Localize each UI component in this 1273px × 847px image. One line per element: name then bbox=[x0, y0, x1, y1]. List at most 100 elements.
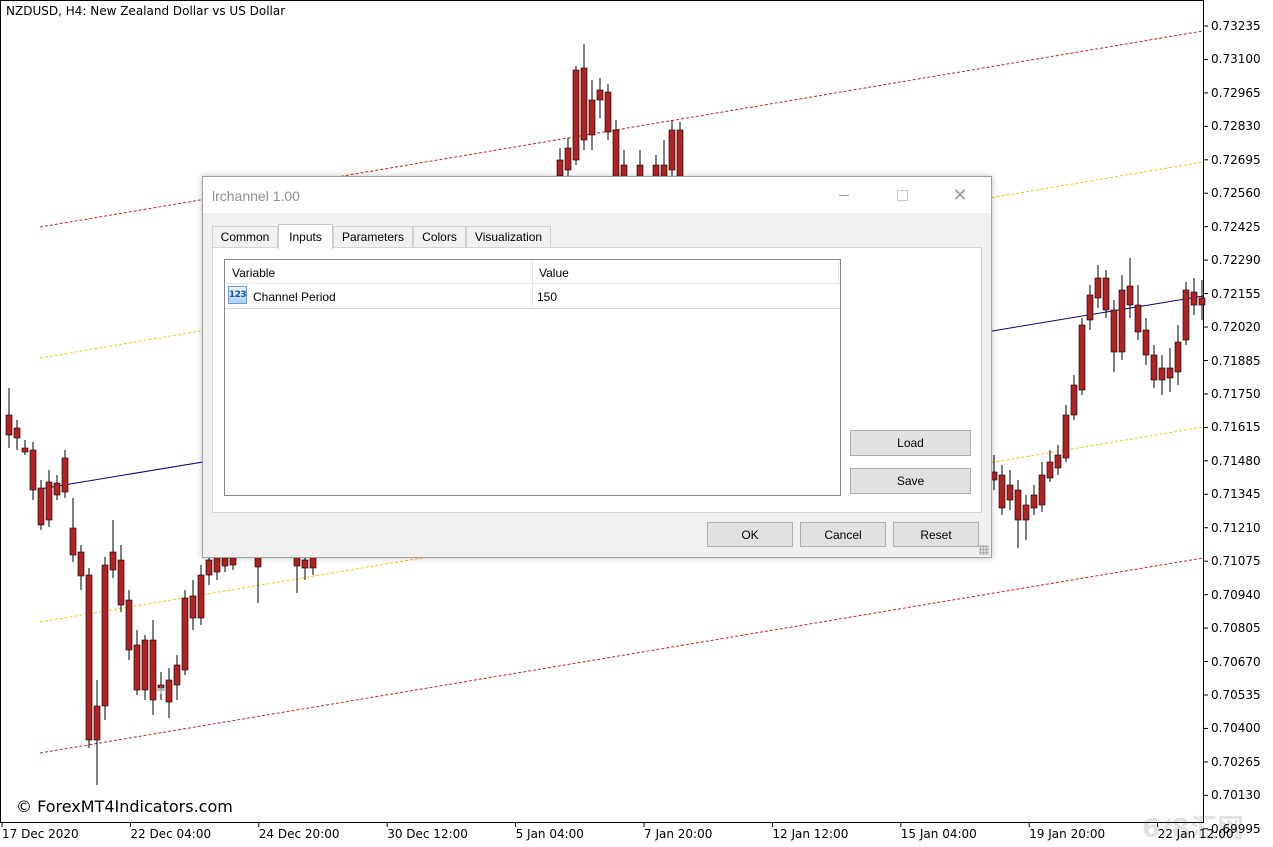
price-axis-label: 0.70535 bbox=[1211, 688, 1261, 702]
bear-candle bbox=[556, 159, 564, 177]
resize-grip-icon[interactable] bbox=[979, 545, 989, 555]
bear-candle bbox=[1182, 289, 1190, 341]
bear-candle bbox=[61, 457, 69, 493]
tab-visualization[interactable]: Visualization bbox=[466, 226, 551, 247]
bear-candle bbox=[1038, 474, 1046, 506]
bear-candle bbox=[1142, 329, 1150, 356]
price-axis-label: 0.71345 bbox=[1211, 487, 1261, 502]
bear-candle bbox=[1014, 489, 1022, 521]
bear-candle bbox=[1134, 304, 1142, 333]
time-axis-label: 7 Jan 20:00 bbox=[644, 827, 713, 841]
price-axis-label: 0.70400 bbox=[1211, 721, 1261, 736]
indicator-dialog[interactable]: lrchannel 1.00 ✕ Common Inputs Parameter… bbox=[202, 176, 992, 558]
column-header-variable[interactable]: Variable bbox=[232, 266, 275, 280]
bear-candle bbox=[1150, 354, 1158, 381]
bear-candle bbox=[998, 474, 1006, 509]
reset-button[interactable]: Reset bbox=[893, 522, 979, 547]
bear-candle bbox=[1062, 414, 1070, 459]
dialog-titlebar[interactable]: lrchannel 1.00 ✕ bbox=[203, 177, 991, 213]
tab-common[interactable]: Common bbox=[212, 226, 278, 247]
price-axis-label: 0.72560 bbox=[1211, 186, 1261, 201]
tab-parameters[interactable]: Parameters bbox=[333, 226, 413, 247]
bear-candle bbox=[45, 481, 53, 521]
bear-candle bbox=[1118, 289, 1126, 353]
time-axis-label: 19 Jan 20:00 bbox=[1029, 827, 1106, 841]
column-divider[interactable] bbox=[532, 260, 533, 284]
price-axis-label: 0.72425 bbox=[1211, 219, 1261, 234]
price-axis-label: 0.71075 bbox=[1211, 554, 1261, 569]
bear-candle bbox=[85, 574, 93, 741]
bear-candle bbox=[301, 559, 309, 569]
price-axis-label: 0.73100 bbox=[1211, 52, 1261, 67]
bear-candle bbox=[676, 129, 684, 179]
bear-candle bbox=[572, 69, 580, 161]
time-axis-label: 12 Jan 12:00 bbox=[772, 827, 849, 841]
bear-candle bbox=[133, 644, 141, 691]
minimize-button[interactable] bbox=[821, 177, 867, 213]
chart-title: NZDUSD, H4: New Zealand Dollar vs US Dol… bbox=[6, 4, 286, 18]
bear-candle bbox=[101, 564, 109, 707]
price-axis-label: 0.72020 bbox=[1211, 320, 1261, 335]
price-axis-label: 0.72155 bbox=[1211, 286, 1261, 301]
column-header-value[interactable]: Value bbox=[539, 266, 569, 280]
price-axis-label: 0.72830 bbox=[1211, 119, 1261, 134]
price-axis-label: 0.71210 bbox=[1211, 520, 1261, 535]
price-axis-label: 0.70670 bbox=[1211, 654, 1261, 669]
column-divider[interactable] bbox=[838, 260, 839, 284]
bear-candle bbox=[1190, 291, 1198, 306]
bear-candle bbox=[1046, 461, 1054, 479]
bear-candle bbox=[165, 679, 173, 703]
bear-candle bbox=[1022, 504, 1030, 521]
maximize-button[interactable] bbox=[879, 177, 925, 213]
time-axis-label: 22 Jan 12:00 bbox=[1157, 827, 1234, 841]
bear-candle bbox=[1198, 297, 1206, 306]
tab-inputs[interactable]: Inputs bbox=[278, 224, 333, 249]
integer-type-icon: 123 bbox=[228, 286, 247, 304]
load-button[interactable]: Load bbox=[850, 430, 971, 456]
price-axis-label: 0.72965 bbox=[1211, 85, 1261, 100]
bear-candle bbox=[1054, 454, 1062, 469]
bear-candle bbox=[1126, 285, 1134, 306]
inputs-table[interactable]: Variable Value 123 Channel Period 150 bbox=[224, 259, 841, 496]
time-axis-label: 22 Dec 04:00 bbox=[130, 827, 212, 841]
price-axis-label: 0.73235 bbox=[1211, 19, 1261, 33]
bear-candle bbox=[213, 555, 221, 573]
bear-candle bbox=[5, 414, 13, 436]
cancel-button[interactable]: Cancel bbox=[800, 522, 886, 547]
dialog-title: lrchannel 1.00 bbox=[212, 188, 300, 204]
param-value[interactable]: 150 bbox=[537, 290, 557, 304]
bear-candle bbox=[189, 595, 197, 619]
ok-button[interactable]: OK bbox=[707, 522, 793, 547]
bear-candle bbox=[21, 447, 29, 453]
table-row[interactable]: 123 Channel Period 150 bbox=[225, 284, 840, 309]
price-axis-label: 0.71615 bbox=[1211, 420, 1261, 435]
time-axis-label: 24 Dec 20:00 bbox=[258, 827, 340, 841]
bear-candle bbox=[37, 487, 45, 526]
tab-colors[interactable]: Colors bbox=[413, 226, 466, 247]
save-button[interactable]: Save bbox=[850, 468, 971, 494]
bear-candle bbox=[69, 527, 77, 556]
bear-candle bbox=[13, 427, 21, 439]
bear-candle bbox=[564, 147, 572, 171]
bear-candle bbox=[1094, 277, 1102, 299]
bear-candle bbox=[1158, 367, 1166, 381]
bear-candle bbox=[668, 129, 676, 171]
bear-candle bbox=[596, 89, 604, 101]
bear-candle bbox=[197, 574, 205, 619]
price-axis-label: 0.70265 bbox=[1211, 754, 1261, 769]
bear-candle bbox=[612, 129, 620, 179]
watermark: © ForexMT4Indicators.com bbox=[16, 797, 233, 816]
price-axis-label: 0.70805 bbox=[1211, 621, 1261, 636]
bear-candle bbox=[173, 664, 181, 686]
price-axis-label: 0.71750 bbox=[1211, 386, 1261, 401]
bear-candle bbox=[117, 559, 125, 606]
bear-candle bbox=[53, 482, 61, 496]
close-icon: ✕ bbox=[952, 184, 968, 205]
close-button[interactable]: ✕ bbox=[937, 177, 983, 213]
price-axis-label: 0.70940 bbox=[1211, 587, 1261, 602]
bear-candle bbox=[1086, 294, 1094, 321]
bear-candle bbox=[1174, 341, 1182, 373]
bear-candle bbox=[93, 705, 101, 741]
maximize-icon bbox=[896, 189, 908, 201]
bear-candle bbox=[1110, 309, 1118, 353]
